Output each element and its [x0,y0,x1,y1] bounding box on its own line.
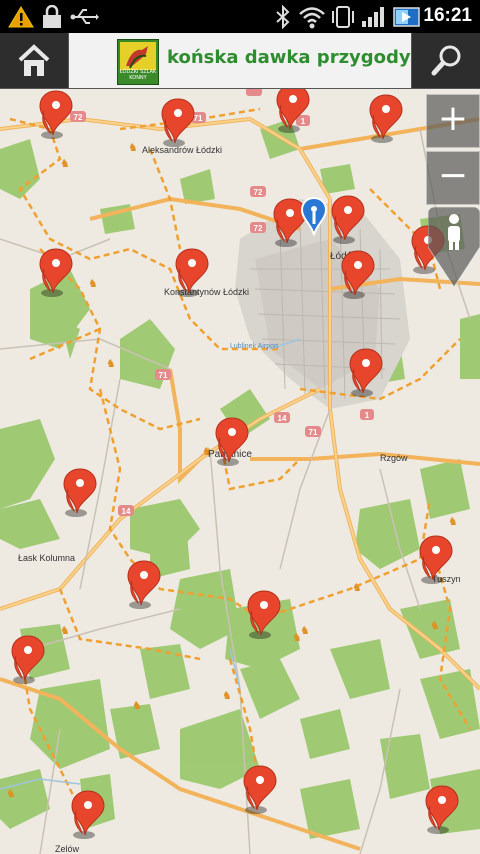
map-marker[interactable] [38,89,74,141]
place-label: Rzgów [380,453,408,463]
search-icon [431,45,461,76]
map-marker[interactable] [62,467,98,519]
road-number: 1 [365,411,370,420]
warning-icon [8,6,34,28]
map-marker[interactable] [10,634,46,686]
svg-text:♞: ♞ [128,141,138,154]
map-marker[interactable] [340,249,376,301]
road-number: 71 [309,428,318,437]
svg-text:♞: ♞ [292,631,302,644]
map-marker[interactable] [70,789,106,841]
map-marker[interactable] [126,559,162,611]
current-location-marker[interactable] [300,197,328,237]
map-marker[interactable] [275,89,311,135]
app-bar: ŁÓDZKI SZLAK KONNY końska dawka przygody [0,33,480,89]
map-marker[interactable] [242,764,278,816]
road-number: 14 [122,507,131,516]
svg-text:♞: ♞ [88,277,98,290]
home-button[interactable] [0,33,69,88]
bluetooth-icon [276,5,290,29]
home-icon [18,44,50,76]
map-marker[interactable] [214,416,250,468]
svg-text:♞: ♞ [222,689,232,702]
svg-text:♞: ♞ [60,624,70,637]
wifi-icon [299,7,325,29]
brand-banner: ŁÓDZKI SZLAK KONNY końska dawka przygody [69,33,411,88]
app-title: końska dawka przygody [167,47,411,68]
svg-text:♞: ♞ [132,699,142,712]
street-view-button[interactable] [428,207,480,287]
status-bar: 16:21 [0,0,480,33]
map-marker[interactable] [38,247,74,299]
battery-icon [393,7,420,27]
svg-text:♞: ♞ [106,357,116,370]
road-number: 72 [74,113,83,122]
place-label: Lublinek Airport [230,343,279,350]
pegman-icon [428,207,480,287]
signal-icon [362,7,384,27]
zoom-in-button[interactable]: + [426,94,480,148]
svg-text:♞: ♞ [430,619,440,632]
map-view[interactable]: 72 71 72 72 14 71 71 14 1 1 ♞ ♞ ♞ ♞ ♞ ♞ ♞ ♞ ♞ … [0,89,480,854]
svg-text:♞: ♞ [352,581,362,594]
map-marker[interactable] [368,93,404,145]
road-number: 14 [278,414,287,423]
svg-text:♞: ♞ [448,515,458,528]
lock-icon [43,5,61,28]
clock: 16:21 [423,5,472,26]
map-marker[interactable] [174,247,210,299]
map-marker[interactable] [348,347,384,399]
map-marker[interactable] [246,589,282,641]
map-marker[interactable] [424,784,460,836]
place-label: Zelów [55,844,80,854]
road-number: 72 [254,224,263,233]
search-button[interactable] [411,33,480,88]
road-number: 72 [254,188,263,197]
map-marker[interactable] [330,194,366,246]
zoom-out-button[interactable]: − [426,151,480,205]
logo-text: ŁÓDZKI SZLAK KONNY [119,69,157,81]
svg-text:♞: ♞ [6,787,16,800]
place-label: Łask Kolumna [18,553,76,563]
vibrate-icon [332,6,354,28]
svg-text:♞: ♞ [60,157,70,170]
map-marker[interactable] [160,97,196,149]
usb-icon [70,9,99,24]
map-marker[interactable] [418,534,454,586]
road-number: 71 [159,371,168,380]
